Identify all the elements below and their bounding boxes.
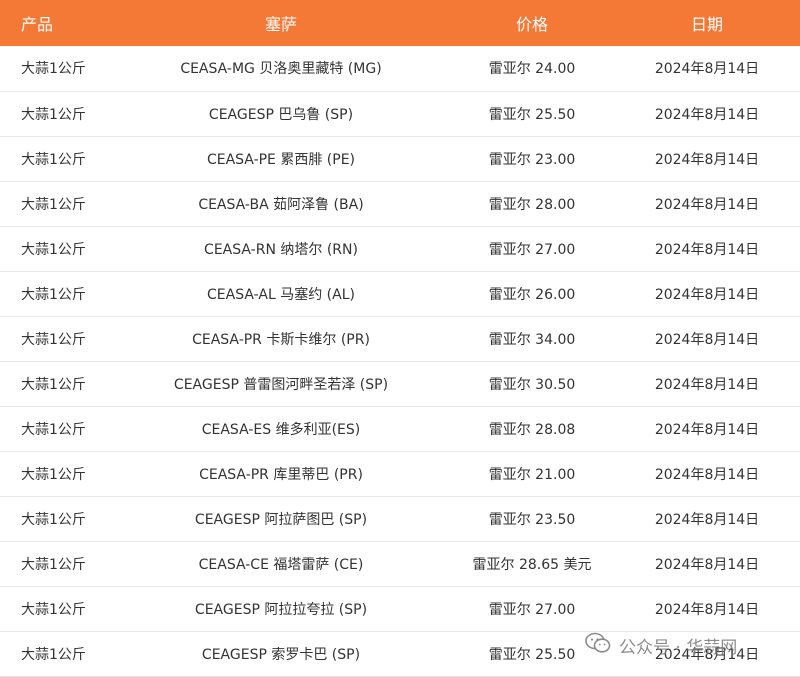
table-row: 大蒜1公斤 CEAGESP 普雷图河畔圣若泽 (SP) 雷亚尔 30.50 2024年… (0, 361, 800, 406)
cell-product: 大蒜1公斤 (21, 376, 86, 393)
cell-market: CEAGESP 阿拉萨图巴 (SP) (194, 511, 368, 528)
cell-date: 2024年8月14日 (654, 61, 760, 78)
header-product: 产品 (21, 15, 54, 34)
cell-market: CEASA-RN 纳塔尔 (RN) (204, 241, 358, 258)
cell-product: 大蒜1公斤 (21, 196, 86, 213)
cell-date: 2024年8月14日 (654, 601, 760, 618)
cell-product: 大蒜1公斤 (21, 106, 86, 123)
cell-price: 雷亚尔 28.00 (488, 196, 576, 213)
cell-product: 大蒜1公斤 (21, 556, 86, 573)
cell-product: 大蒜1公斤 (21, 601, 86, 618)
header-market: 塞萨 (264, 15, 297, 34)
cell-price: 雷亚尔 34.00 (488, 331, 576, 348)
table-row: 大蒜1公斤 CEASA-PE 累西腓 (PE) 雷亚尔 23.00 2024年8月14… (0, 136, 800, 181)
cell-product: 大蒜1公斤 (21, 286, 86, 303)
cell-market: CEASA-MG 贝洛奥里藏特 (MG) (180, 61, 382, 78)
table-row: 大蒜1公斤 CEAGESP 巴乌鲁 (SP) 雷亚尔 25.50 2024年8月14日 (0, 91, 800, 136)
cell-price: 雷亚尔 25.50 (488, 106, 576, 123)
table-row: 大蒜1公斤 CEASA-ES 维多利亚(ES) 雷亚尔 28.08 2024年8月14… (0, 406, 800, 451)
cell-price: 雷亚尔 28.65 美元 (472, 556, 592, 573)
cell-date: 2024年8月14日 (654, 376, 760, 393)
table-body: 大蒜1公斤 CEASA-MG 贝洛奥里藏特 (MG) 雷亚尔 24.00 2024年8… (0, 46, 800, 676)
cell-date: 2024年8月14日 (654, 331, 760, 348)
cell-market: CEASA-PR 库里蒂巴 (PR) (199, 466, 363, 483)
cell-product: 大蒜1公斤 (21, 466, 86, 483)
cell-market: CEAGESP 索罗卡巴 (SP) (201, 646, 361, 663)
cell-date: 2024年8月14日 (654, 511, 760, 528)
cell-market: CEASA-PR 卡斯卡维尔 (PR) (192, 331, 370, 348)
cell-product: 大蒜1公斤 (21, 421, 86, 438)
cell-price: 雷亚尔 23.50 (488, 511, 576, 528)
cell-product: 大蒜1公斤 (21, 61, 86, 78)
table-row: 大蒜1公斤 CEAGESP 阿拉萨图巴 (SP) 雷亚尔 23.50 2024年8月1… (0, 496, 800, 541)
cell-date: 2024年8月14日 (654, 196, 760, 213)
cell-market: CEASA-BA 茹阿泽鲁 (BA) (198, 196, 364, 213)
cell-product: 大蒜1公斤 (21, 511, 86, 528)
cell-product: 大蒜1公斤 (21, 151, 86, 168)
cell-date: 2024年8月14日 (654, 286, 760, 303)
cell-price: 雷亚尔 25.50 (488, 646, 576, 663)
cell-date: 2024年8月14日 (654, 466, 760, 483)
cell-market: CEASA-CE 福塔雷萨 (CE) (198, 556, 364, 573)
cell-date: 2024年8月14日 (654, 106, 760, 123)
cell-date: 2024年8月14日 (654, 241, 760, 258)
table-row: 大蒜1公斤 CEASA-AL 马塞约 (AL) 雷亚尔 26.00 2024年8月14… (0, 271, 800, 316)
cell-price: 雷亚尔 28.08 (488, 421, 576, 438)
cell-date: 2024年8月14日 (654, 151, 760, 168)
cell-market: CEAGESP 阿拉拉夸拉 (SP) (194, 601, 368, 618)
header-price: 价格 (515, 15, 548, 34)
table-row: 大蒜1公斤 CEAGESP 索罗卡巴 (SP) 雷亚尔 25.50 2024年8月14… (0, 631, 800, 676)
table-row: 大蒜1公斤 CEASA-BA 茹阿泽鲁 (BA) 雷亚尔 28.00 2024年8月1… (0, 181, 800, 226)
cell-product: 大蒜1公斤 (21, 646, 86, 663)
header-date: 日期 (690, 15, 723, 34)
price-table: 产品 塞萨 价格 日期 大蒜1公斤 CEASA-MG 贝洛奥里藏特 (MG) 雷亚尔… (0, 0, 800, 677)
table-row: 大蒜1公斤 CEASA-MG 贝洛奥里藏特 (MG) 雷亚尔 24.00 2024年8… (0, 46, 800, 91)
cell-market: CEAGESP 巴乌鲁 (SP) (208, 106, 354, 123)
cell-price: 雷亚尔 27.00 (488, 601, 576, 618)
table-header-row: 产品 塞萨 价格 日期 (0, 0, 800, 46)
cell-market: CEASA-ES 维多利亚(ES) (201, 421, 361, 438)
cell-product: 大蒜1公斤 (21, 241, 86, 258)
table-row: 大蒜1公斤 CEASA-CE 福塔雷萨 (CE) 雷亚尔 28.65 美元 2024年… (0, 541, 800, 586)
cell-market: CEASA-PE 累西腓 (PE) (206, 151, 356, 168)
cell-market: CEASA-AL 马塞约 (AL) (207, 286, 355, 303)
cell-price: 雷亚尔 24.00 (488, 61, 576, 78)
cell-price: 雷亚尔 30.50 (488, 376, 576, 393)
cell-date: 2024年8月14日 (654, 556, 760, 573)
table-row: 大蒜1公斤 CEASA-PR 卡斯卡维尔 (PR) 雷亚尔 34.00 2024年8月… (0, 316, 800, 361)
cell-price: 雷亚尔 27.00 (488, 241, 576, 258)
table-row: 大蒜1公斤 CEASA-PR 库里蒂巴 (PR) 雷亚尔 21.00 2024年8月1… (0, 451, 800, 496)
cell-market: CEAGESP 普雷图河畔圣若泽 (SP) (173, 376, 389, 393)
table-row: 大蒜1公斤 CEASA-RN 纳塔尔 (RN) 雷亚尔 27.00 2024年8月14… (0, 226, 800, 271)
cell-price: 雷亚尔 21.00 (488, 466, 576, 483)
cell-product: 大蒜1公斤 (21, 331, 86, 348)
cell-date: 2024年8月14日 (654, 646, 760, 663)
cell-price: 雷亚尔 26.00 (488, 286, 576, 303)
cell-price: 雷亚尔 23.00 (488, 151, 576, 168)
table-row: 大蒜1公斤 CEAGESP 阿拉拉夸拉 (SP) 雷亚尔 27.00 2024年8月1… (0, 586, 800, 631)
cell-date: 2024年8月14日 (654, 421, 760, 438)
